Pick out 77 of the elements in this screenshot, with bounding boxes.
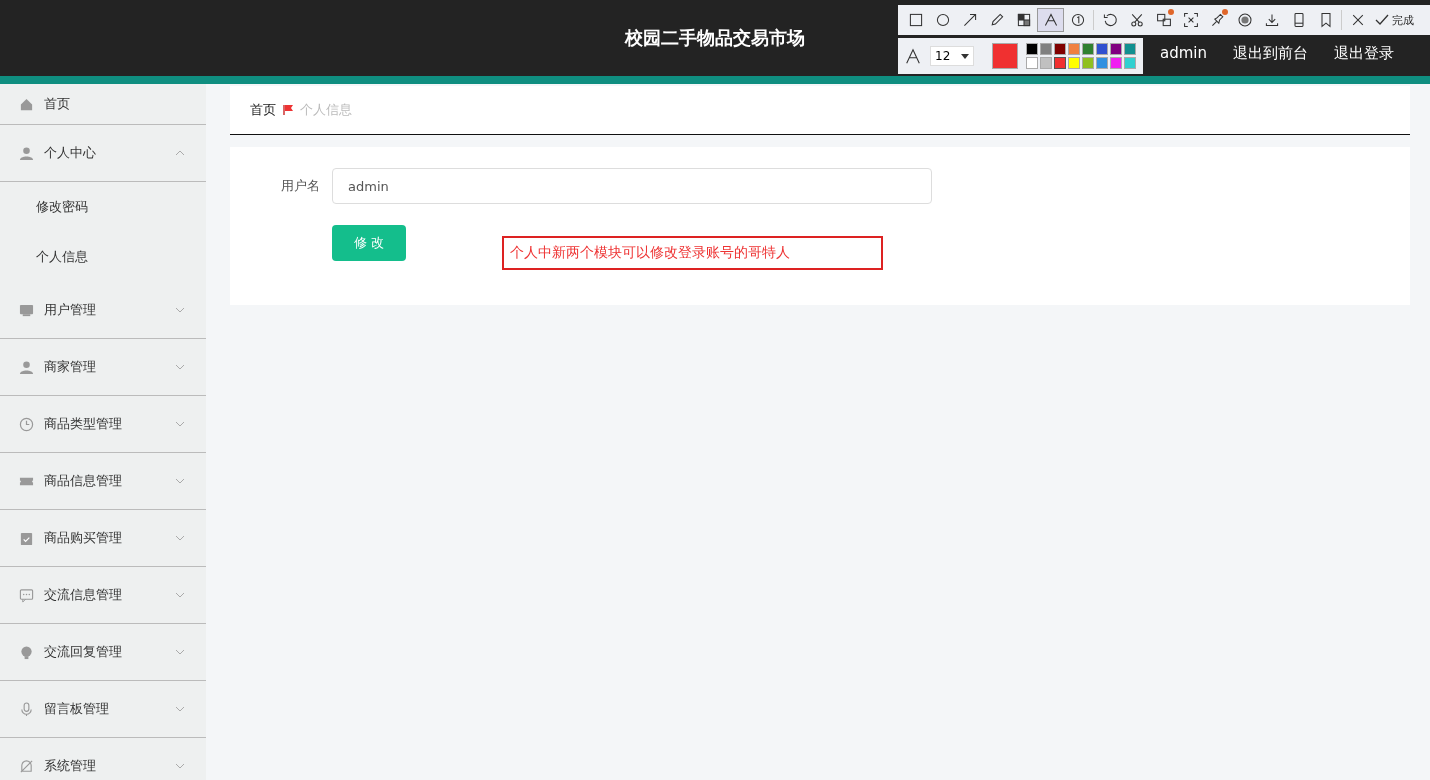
menu-label: 商家管理	[44, 358, 96, 376]
chat-icon	[19, 587, 34, 603]
username-field[interactable]: admin	[332, 168, 932, 204]
check-icon	[1375, 13, 1389, 27]
menu-item[interactable]: 系统管理	[0, 738, 206, 780]
done-button[interactable]: 完成	[1371, 12, 1418, 28]
annotation-box[interactable]: 个人中新两个模块可以修改登录账号的哥特人	[502, 236, 883, 270]
menu-label: 留言板管理	[44, 700, 109, 718]
menu-label: 商品类型管理	[44, 415, 122, 433]
color-swatch[interactable]	[1068, 43, 1080, 55]
menu-item[interactable]: 商品信息管理	[0, 453, 206, 510]
microphone-icon	[19, 701, 34, 717]
menu-item[interactable]: 留言板管理	[0, 681, 206, 738]
header-link[interactable]: admin	[1160, 44, 1207, 63]
header-link[interactable]: 退出登录	[1334, 44, 1394, 63]
color-swatch[interactable]	[1110, 57, 1122, 69]
menu-item[interactable]: 用户管理	[0, 282, 206, 339]
menu-item[interactable]: 商家管理	[0, 339, 206, 396]
color-swatch[interactable]	[1124, 57, 1136, 69]
menu-label: 商品购买管理	[44, 529, 122, 547]
flag-icon	[282, 104, 294, 116]
color-swatch[interactable]	[1054, 57, 1066, 69]
pin-icon	[1209, 12, 1226, 28]
menu-item[interactable]: 个人中心	[0, 125, 206, 182]
menu-label: 交流信息管理	[44, 586, 122, 604]
text-icon	[1042, 12, 1059, 28]
color-swatch[interactable]	[1082, 43, 1094, 55]
field-label: 用户名	[280, 177, 320, 195]
color-swatch[interactable]	[1096, 43, 1108, 55]
ellipse-icon	[934, 12, 951, 28]
color-swatch[interactable]	[1040, 57, 1052, 69]
color-swatch[interactable]	[1068, 57, 1080, 69]
menu-item[interactable]: 商品类型管理	[0, 396, 206, 453]
color-swatch[interactable]	[1040, 43, 1052, 55]
arrow-icon	[961, 12, 978, 28]
clipboard-icon	[19, 530, 34, 546]
bulb-icon	[19, 644, 34, 660]
color-swatch[interactable]	[1082, 57, 1094, 69]
dropdown-icon	[961, 53, 969, 59]
download-icon	[1263, 12, 1280, 28]
header-link[interactable]: 退出到前台	[1233, 44, 1308, 63]
home-icon	[19, 96, 34, 112]
menu-item[interactable]: 首页	[0, 84, 206, 125]
breadcrumb-link[interactable]: 首页	[250, 101, 276, 119]
menu-label: 商品信息管理	[44, 472, 122, 490]
number-icon	[1069, 12, 1086, 28]
color-swatch[interactable]	[1026, 43, 1038, 55]
cut-icon	[1128, 12, 1145, 28]
menu-item[interactable]: 交流信息管理	[0, 567, 206, 624]
color-swatch[interactable]	[1096, 57, 1108, 69]
submenu-item[interactable]: 修改密码	[0, 182, 206, 232]
tool-button[interactable]	[1037, 8, 1064, 32]
mosaic-icon	[1015, 12, 1032, 28]
rect-icon	[907, 12, 924, 28]
menu-label: 首页	[44, 95, 70, 113]
site-title: 校园二手物品交易市场	[625, 26, 805, 50]
menu-label: 交流回复管理	[44, 643, 122, 661]
pen-icon	[988, 12, 1005, 28]
menu-item[interactable]: 商品购买管理	[0, 510, 206, 567]
menu-item[interactable]: 交流回复管理	[0, 624, 206, 681]
menu-label: 系统管理	[44, 757, 96, 775]
monitor-icon	[19, 302, 34, 318]
menu-label: 个人中心	[44, 144, 96, 162]
user-icon	[19, 359, 34, 375]
font-icon	[904, 47, 922, 65]
undo-icon	[1101, 12, 1118, 28]
submenu-item[interactable]: 个人信息	[0, 232, 206, 282]
clock-icon	[19, 416, 34, 432]
color-swatch[interactable]	[1054, 43, 1066, 55]
user-icon	[19, 145, 34, 161]
menu-label: 用户管理	[44, 301, 96, 319]
current-color-swatch[interactable]	[992, 43, 1018, 69]
record-icon	[1236, 12, 1253, 28]
font-size-select[interactable]: 12	[930, 46, 974, 66]
color-swatch[interactable]	[1124, 43, 1136, 55]
color-swatch[interactable]	[1110, 43, 1122, 55]
color-swatch[interactable]	[1026, 57, 1038, 69]
